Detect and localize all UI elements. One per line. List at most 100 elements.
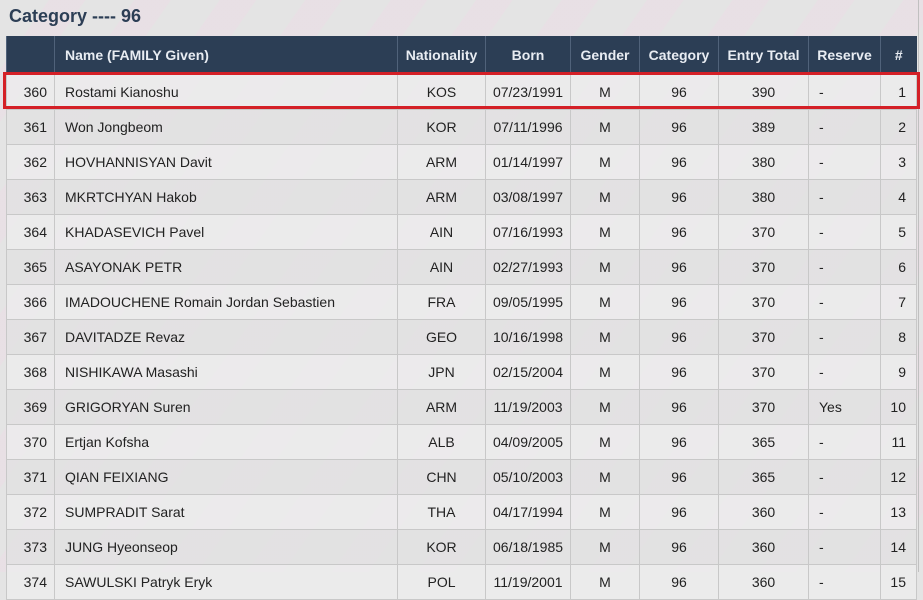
col-entry-total-cell: 360 xyxy=(718,564,809,600)
col-nationality-cell: JPN xyxy=(397,354,486,390)
col-nationality-cell: KOS xyxy=(397,74,486,110)
col-name-cell: Ertjan Kofsha xyxy=(54,424,398,460)
col-born-cell: 11/19/2003 xyxy=(485,389,571,425)
col-name-cell: Won Jongbeom xyxy=(54,109,398,145)
col-entry-total-cell: 389 xyxy=(718,109,809,145)
col-rank-cell: 12 xyxy=(880,459,917,495)
col-reserve-cell: - xyxy=(808,564,881,600)
col-nationality-cell: ARM xyxy=(397,144,486,180)
col-index-cell: 369 xyxy=(6,389,55,425)
col-nationality-cell: AIN xyxy=(397,249,486,285)
col-born-header: Born xyxy=(485,36,571,75)
col-reserve-cell: - xyxy=(808,179,881,215)
col-reserve-cell: - xyxy=(808,74,881,110)
col-reserve-cell: - xyxy=(808,424,881,460)
col-index-cell: 361 xyxy=(6,109,55,145)
col-rank-cell: 6 xyxy=(880,249,917,285)
col-gender-cell: M xyxy=(570,424,640,460)
col-rank-cell: 5 xyxy=(880,214,917,250)
table-row: 370 Ertjan Kofsha ALB 04/09/2005 M 96 365-11 xyxy=(6,424,917,460)
col-index-cell: 368 xyxy=(6,354,55,390)
col-born-cell: 07/11/1996 xyxy=(485,109,571,145)
col-entry-total-cell: 370 xyxy=(718,214,809,250)
col-gender-cell: M xyxy=(570,284,640,320)
table-row: 373 JUNG Hyeonseop KOR 06/18/1985 M 96 360-14 xyxy=(6,529,917,565)
table-row: 364 KHADASEVICH Pavel AIN 07/16/1993 M 96 370-… xyxy=(6,214,917,250)
col-category-cell: 96 xyxy=(639,179,719,215)
col-entry-total-cell: 370 xyxy=(718,354,809,390)
col-category-cell: 96 xyxy=(639,249,719,285)
col-rank-cell: 2 xyxy=(880,109,917,145)
table-row: 365 ASAYONAK PETR AIN 02/27/1993 M 96 370-6 xyxy=(6,249,917,285)
page-title: Category ---- 96 xyxy=(9,6,142,26)
col-nationality-cell: KOR xyxy=(397,529,486,565)
col-born-cell: 09/05/1995 xyxy=(485,284,571,320)
col-index-cell: 370 xyxy=(6,424,55,460)
col-nationality-header: Nationality xyxy=(397,36,486,75)
col-nationality-cell: THA xyxy=(397,494,486,530)
col-entry-total-cell: 365 xyxy=(718,459,809,495)
col-entry-total-cell: 370 xyxy=(718,249,809,285)
col-entry-total-cell: 370 xyxy=(718,284,809,320)
col-gender-cell: M xyxy=(570,144,640,180)
col-born-cell: 02/15/2004 xyxy=(485,354,571,390)
col-entry-total-cell: 370 xyxy=(718,389,809,425)
col-gender-cell: M xyxy=(570,109,640,145)
col-born-cell: 10/16/1998 xyxy=(485,319,571,355)
col-name-cell: Rostami Kianoshu xyxy=(54,74,398,110)
col-born-cell: 11/19/2001 xyxy=(485,564,571,600)
col-born-cell: 01/14/1997 xyxy=(485,144,571,180)
col-entry-total-header: Entry Total xyxy=(718,36,809,75)
col-entry-total-cell: 380 xyxy=(718,144,809,180)
col-entry-total-cell: 380 xyxy=(718,179,809,215)
col-gender-header: Gender xyxy=(570,36,640,75)
table-row: 367 DAVITADZE Revaz GEO 10/16/1998 M 96 370-8 xyxy=(6,319,917,355)
col-name-cell: SUMPRADIT Sarat xyxy=(54,494,398,530)
col-gender-cell: M xyxy=(570,564,640,600)
col-rank-cell: 10 xyxy=(880,389,917,425)
col-reserve-cell: - xyxy=(808,354,881,390)
col-rank-cell: 3 xyxy=(880,144,917,180)
col-nationality-cell: POL xyxy=(397,564,486,600)
col-name-cell: HOVHANNISYAN Davit xyxy=(54,144,398,180)
col-nationality-cell: AIN xyxy=(397,214,486,250)
col-name-cell: MKRTCHYAN Hakob xyxy=(54,179,398,215)
col-born-cell: 07/23/1991 xyxy=(485,74,571,110)
col-reserve-cell: - xyxy=(808,529,881,565)
col-category-cell: 96 xyxy=(639,319,719,355)
col-name-cell: IMADOUCHENE Romain Jordan Sebastien xyxy=(54,284,398,320)
col-born-cell: 04/17/1994 xyxy=(485,494,571,530)
col-rank-cell: 15 xyxy=(880,564,917,600)
col-born-cell: 04/09/2005 xyxy=(485,424,571,460)
col-entry-total-cell: 390 xyxy=(718,74,809,110)
col-rank-cell: 11 xyxy=(880,424,917,460)
col-index-cell: 364 xyxy=(6,214,55,250)
col-rank-cell: 13 xyxy=(880,494,917,530)
col-nationality-cell: FRA xyxy=(397,284,486,320)
col-category-cell: 96 xyxy=(639,74,719,110)
col-rank-cell: 8 xyxy=(880,319,917,355)
table-row: 366 IMADOUCHENE Romain Jordan Sebastien FR… xyxy=(6,284,917,320)
table-row: 372 SUMPRADIT Sarat THA 04/17/1994 M 96 360-13 xyxy=(6,494,917,530)
col-nationality-cell: KOR xyxy=(397,109,486,145)
col-rank-cell: 1 xyxy=(880,74,917,110)
table-row: 360 Rostami Kianoshu KOS 07/23/1991 M 96 390-1 xyxy=(6,74,917,110)
col-name-cell: GRIGORYAN Suren xyxy=(54,389,398,425)
col-category-cell: 96 xyxy=(639,354,719,390)
col-nationality-cell: CHN xyxy=(397,459,486,495)
col-nationality-cell: ALB xyxy=(397,424,486,460)
col-entry-total-cell: 360 xyxy=(718,529,809,565)
col-name-cell: ASAYONAK PETR xyxy=(54,249,398,285)
table-row: 361 Won Jongbeom KOR 07/11/1996 M 96 389-2 xyxy=(6,109,917,145)
col-category-header: Category xyxy=(639,36,719,75)
table-row: 363 MKRTCHYAN Hakob ARM 03/08/1997 M 96 380-4 xyxy=(6,179,917,215)
col-rank-cell: 4 xyxy=(880,179,917,215)
col-index-cell: 362 xyxy=(6,144,55,180)
table-row: 369 GRIGORYAN Suren ARM 11/19/2003 M 96 370 Yes… xyxy=(6,389,917,425)
col-index-cell: 367 xyxy=(6,319,55,355)
col-born-cell: 07/16/1993 xyxy=(485,214,571,250)
col-category-cell: 96 xyxy=(639,424,719,460)
col-born-cell: 02/27/1993 xyxy=(485,249,571,285)
col-reserve-cell: - xyxy=(808,284,881,320)
col-reserve-cell: - xyxy=(808,214,881,250)
